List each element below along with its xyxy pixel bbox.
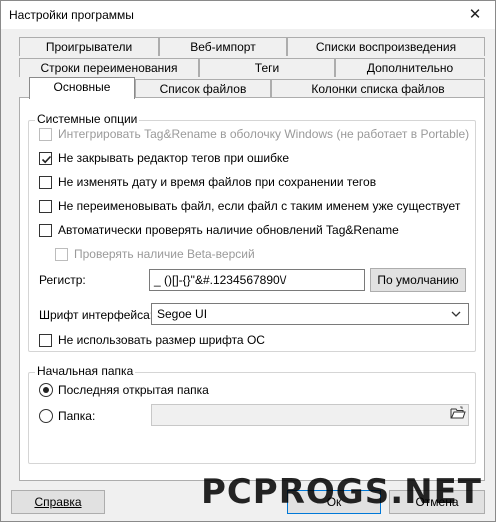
tab-tags[interactable]: Теги: [199, 58, 335, 77]
window-title: Настройки программы: [9, 8, 134, 22]
auto-update-label: Автоматически проверять наличие обновлен…: [58, 223, 399, 237]
help-button-label: Справка: [34, 495, 82, 509]
no-close-editor-label: Не закрывать редактор тегов при ошибке: [58, 151, 289, 165]
tab-web-import[interactable]: Веб-импорт: [159, 37, 287, 56]
chevron-down-icon: [450, 308, 462, 323]
tab-additional[interactable]: Дополнительно: [335, 58, 485, 77]
integrate-shell-checkbox[interactable]: [39, 128, 52, 141]
help-button[interactable]: Справка: [11, 490, 105, 514]
system-options-label: Системные опции: [35, 112, 140, 126]
checkmark-icon: [41, 155, 52, 164]
tab-playlists[interactable]: Списки воспроизведения: [287, 37, 485, 56]
font-select[interactable]: Segoe UI: [151, 303, 469, 325]
register-input[interactable]: _ ()[]-{}"&#.1234567890\/: [149, 269, 365, 291]
tab-file-list[interactable]: Список файлов: [135, 79, 271, 98]
no-os-font-size-checkbox[interactable]: [39, 334, 52, 347]
last-opened-folder-label: Последняя открытая папка: [58, 383, 209, 397]
tab-rename-strings[interactable]: Строки переименования: [19, 58, 199, 77]
title-bar: Настройки программы ✕: [1, 1, 495, 29]
last-opened-folder-radio[interactable]: [39, 383, 53, 397]
settings-window: Настройки программы ✕ Проигрыватели Веб-…: [0, 0, 496, 522]
no-change-date-checkbox[interactable]: [39, 176, 52, 189]
no-rename-existing-checkbox[interactable]: [39, 200, 52, 213]
font-select-value: Segoe UI: [157, 307, 208, 321]
register-label: Регистр:: [39, 273, 86, 287]
close-icon[interactable]: ✕: [465, 5, 485, 25]
default-button[interactable]: По умолчанию: [370, 268, 466, 292]
watermark-logo: PCPROGS.NET: [200, 472, 482, 512]
font-label: Шрифт интерфейса:: [39, 308, 154, 322]
auto-update-checkbox[interactable]: [39, 224, 52, 237]
tab-file-list-columns[interactable]: Колонки списка файлов: [271, 79, 485, 98]
no-rename-existing-label: Не переименовывать файл, если файл с так…: [58, 199, 461, 213]
tab-panel-general: Системные опции Интегрировать Tag&Rename…: [19, 97, 485, 481]
tab-players[interactable]: Проигрыватели: [19, 37, 159, 56]
tab-general[interactable]: Основные: [29, 77, 135, 99]
folder-path-input[interactable]: [151, 404, 469, 426]
start-folder-label: Начальная папка: [35, 364, 136, 378]
folder-radio[interactable]: [39, 409, 53, 423]
folder-open-icon[interactable]: [450, 406, 481, 423]
check-beta-label: Проверять наличие Beta-версий: [74, 247, 255, 261]
integrate-shell-label: Интегрировать Tag&Rename в оболочку Wind…: [58, 127, 470, 141]
folder-label: Папка:: [58, 409, 96, 423]
no-close-editor-checkbox[interactable]: [39, 152, 52, 165]
no-os-font-size-label: Не использовать размер шрифта ОС: [58, 333, 265, 347]
check-beta-checkbox[interactable]: [55, 248, 68, 261]
no-change-date-label: Не изменять дату и время файлов при сохр…: [58, 175, 377, 189]
